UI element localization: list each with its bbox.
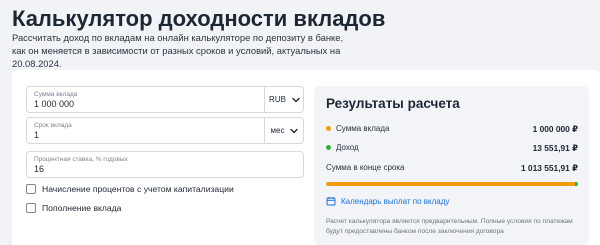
interest-rate-value[interactable]: 16 (34, 164, 44, 174)
currency-value: RUB (269, 95, 286, 104)
replenishment-checkbox-label: Пополнение вклада (42, 203, 122, 213)
calendar-icon (326, 197, 336, 206)
chevron-down-icon (290, 128, 299, 133)
result-deposit-label: Сумма вклада (336, 124, 390, 133)
result-income-value: 13 551,91 ₽ (532, 143, 578, 153)
deposit-amount-label: Сумма вклада (34, 91, 78, 98)
result-row-total: Сумма в конце срока 1 013 551,91 ₽ (326, 163, 578, 175)
interest-rate-field[interactable]: Процентная ставка, % годовых 16 (26, 151, 304, 178)
capitalization-checkbox[interactable]: Начисление процентов с учетом капитализа… (26, 184, 234, 194)
page-title: Калькулятор доходности вкладов (12, 6, 386, 31)
result-progress-bar (326, 182, 578, 186)
result-deposit-value: 1 000 000 ₽ (532, 124, 578, 134)
deposit-term-field[interactable]: Срок вклада 1 мес (26, 117, 304, 144)
payment-calendar-label[interactable]: Календарь выплат по вкладу (341, 197, 449, 206)
result-total-value: 1 013 551,91 ₽ (520, 163, 578, 173)
results-panel: Результаты расчета Сумма вклада 1 000 00… (314, 86, 589, 245)
capitalization-checkbox-label: Начисление процентов с учетом капитализа… (42, 184, 234, 194)
term-unit-value: мес (270, 126, 285, 135)
replenishment-checkbox[interactable]: Пополнение вклада (26, 203, 121, 213)
interest-rate-label: Процентная ставка, % годовых (34, 156, 128, 163)
page-header: Калькулятор доходности вкладов Рассчитат… (0, 0, 600, 69)
currency-select[interactable]: RUB (264, 87, 305, 112)
income-dot (326, 145, 331, 150)
capitalization-checkbox-box[interactable] (26, 184, 36, 194)
term-unit-select[interactable]: мес (264, 118, 305, 143)
replenishment-checkbox-box[interactable] (26, 203, 36, 213)
deposit-term-label: Срок вклада (34, 122, 72, 129)
result-row-deposit: Сумма вклада 1 000 000 ₽ (326, 124, 578, 136)
payment-calendar-link[interactable]: Календарь выплат по вкладу (326, 196, 449, 206)
disclaimer-note: Расчет калькулятора является предварител… (326, 218, 573, 235)
deposit-dot (326, 126, 331, 131)
result-total-label: Сумма в конце срока (326, 163, 405, 172)
result-income-label: Доход (336, 143, 359, 152)
deposit-term-value[interactable]: 1 (34, 130, 39, 140)
page-description: Рассчитать доход по вкладам на онлайн ка… (12, 32, 344, 69)
results-title: Результаты расчета (326, 96, 460, 111)
deposit-amount-value[interactable]: 1 000 000 (34, 99, 74, 109)
income-share-fill (574, 182, 578, 186)
result-row-income: Доход 13 551,91 ₽ (326, 143, 578, 155)
chevron-down-icon (292, 97, 300, 102)
deposit-amount-field[interactable]: Сумма вклада 1 000 000 RUB (26, 86, 304, 113)
